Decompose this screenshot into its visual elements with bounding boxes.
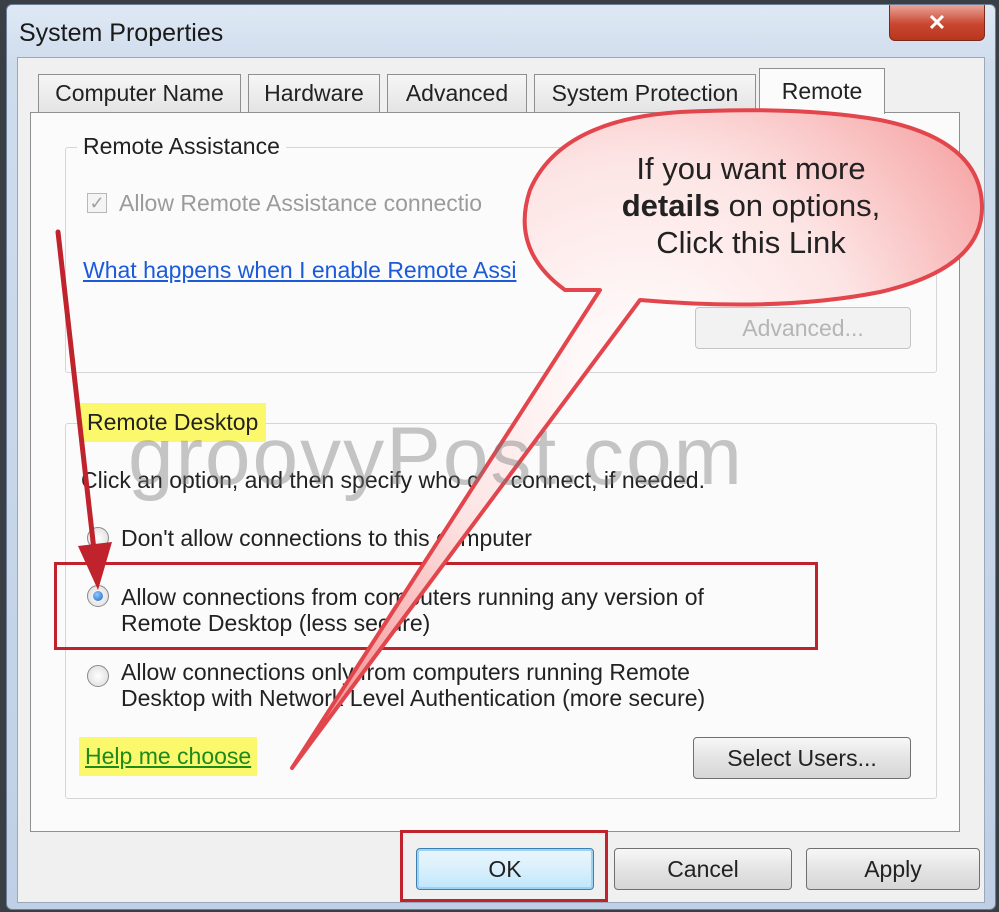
select-users-button[interactable]: Select Users... [693, 737, 911, 779]
title-bar[interactable]: System Properties ✕ [7, 5, 995, 57]
close-button[interactable]: ✕ [889, 5, 985, 41]
callout-text: If you want more details on options, Cli… [578, 150, 924, 261]
help-me-choose-link[interactable]: Help me choose [79, 737, 258, 776]
radio-dont-allow-label: Don't allow connections to this computer [121, 525, 532, 551]
tab-system-protection[interactable]: System Protection [534, 74, 756, 112]
advanced-button[interactable]: Advanced... [695, 307, 911, 349]
close-icon: ✕ [927, 9, 947, 35]
radio-dont-allow[interactable] [87, 527, 109, 549]
callout-line2: details on options, [578, 187, 924, 224]
cancel-button[interactable]: Cancel [614, 848, 792, 890]
tab-advanced[interactable]: Advanced [387, 74, 527, 112]
window-title: System Properties [19, 19, 224, 47]
remote-assistance-group-label: Remote Assistance [77, 133, 286, 160]
radio-allow-nla-label-line1: Allow connections only from computers ru… [121, 659, 690, 685]
callout-bold-word: details [621, 188, 720, 223]
tab-hardware[interactable]: Hardware [248, 74, 380, 112]
ok-button-highlight-box [400, 830, 608, 902]
remote-assistance-checkbox-label: Allow Remote Assistance connectio [119, 190, 483, 216]
callout-line2-rest: on options, [719, 188, 881, 223]
tab-computer-name[interactable]: Computer Name [38, 74, 241, 112]
groovypost-watermark: groovyPost.com [128, 411, 744, 502]
apply-button[interactable]: Apply [806, 848, 980, 890]
remote-assistance-checkbox[interactable]: ✓ [87, 193, 107, 213]
callout-line1: If you want more [636, 151, 866, 186]
radio-allow-nla-label-line2: Desktop with Network Level Authenticatio… [121, 685, 706, 711]
callout-line3: Click this Link [656, 225, 846, 260]
selected-option-highlight-box [54, 562, 818, 650]
remote-assistance-info-link[interactable]: What happens when I enable Remote Assi [83, 257, 516, 284]
tab-remote[interactable]: Remote [759, 68, 885, 114]
radio-allow-nla[interactable] [87, 665, 109, 687]
